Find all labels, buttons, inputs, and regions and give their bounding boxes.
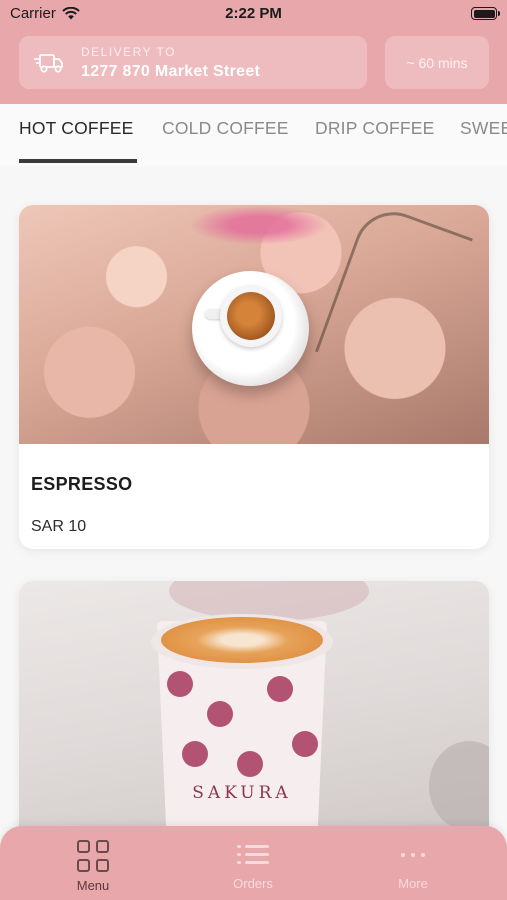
delivery-text: DELIVERY TO 1277 870 Market Street — [81, 45, 260, 81]
product-card-espresso[interactable]: ESPRESSO SAR 10 — [19, 205, 489, 549]
cup-logo: SAKURA — [192, 783, 292, 803]
nav-menu[interactable]: Menu — [43, 840, 143, 893]
delivery-label: DELIVERY TO — [81, 44, 176, 59]
category-tabs: HOT COFFEE COLD COFFEE DRIP COFFEE SWEE — [0, 104, 507, 166]
nav-orders-label: Orders — [233, 876, 273, 891]
tab-cold-coffee[interactable]: COLD COFFEE — [162, 118, 289, 139]
more-dots-icon — [397, 840, 429, 870]
nav-menu-label: Menu — [76, 878, 110, 893]
delivery-address: 1277 870 Market Street — [81, 62, 261, 80]
tab-sweets[interactable]: SWEE — [460, 118, 507, 139]
bottom-nav: Menu Orders More — [0, 826, 507, 900]
product-price: SAR 10 — [31, 518, 87, 535]
eta-badge[interactable]: ~ 60 mins — [385, 36, 489, 89]
delivery-truck-icon — [34, 53, 63, 72]
tab-hot-coffee[interactable]: HOT COFFEE — [19, 118, 133, 139]
product-name: ESPRESSO — [31, 474, 133, 494]
latte-photo: SAKURA — [19, 581, 489, 841]
latte-art — [161, 617, 323, 663]
status-bar: Carrier 2:22 PM — [0, 0, 507, 28]
tab-drip-coffee[interactable]: DRIP COFFEE — [315, 118, 435, 139]
battery-icon — [471, 7, 500, 20]
nav-more-label: More — [398, 876, 428, 891]
espresso-photo — [19, 205, 489, 444]
status-time: 2:22 PM — [225, 5, 282, 22]
top-header: Carrier 2:22 PM DELIVERY TO 1277 870 Mar… — [0, 0, 507, 104]
product-card-2[interactable]: SAKURA — [19, 581, 489, 841]
grid-icon — [77, 840, 109, 872]
nav-orders[interactable]: Orders — [203, 840, 303, 891]
active-tab-indicator — [19, 159, 137, 163]
delivery-address-button[interactable]: DELIVERY TO 1277 870 Market Street — [19, 36, 367, 89]
list-icon — [237, 840, 269, 870]
nav-more[interactable]: More — [363, 840, 463, 891]
